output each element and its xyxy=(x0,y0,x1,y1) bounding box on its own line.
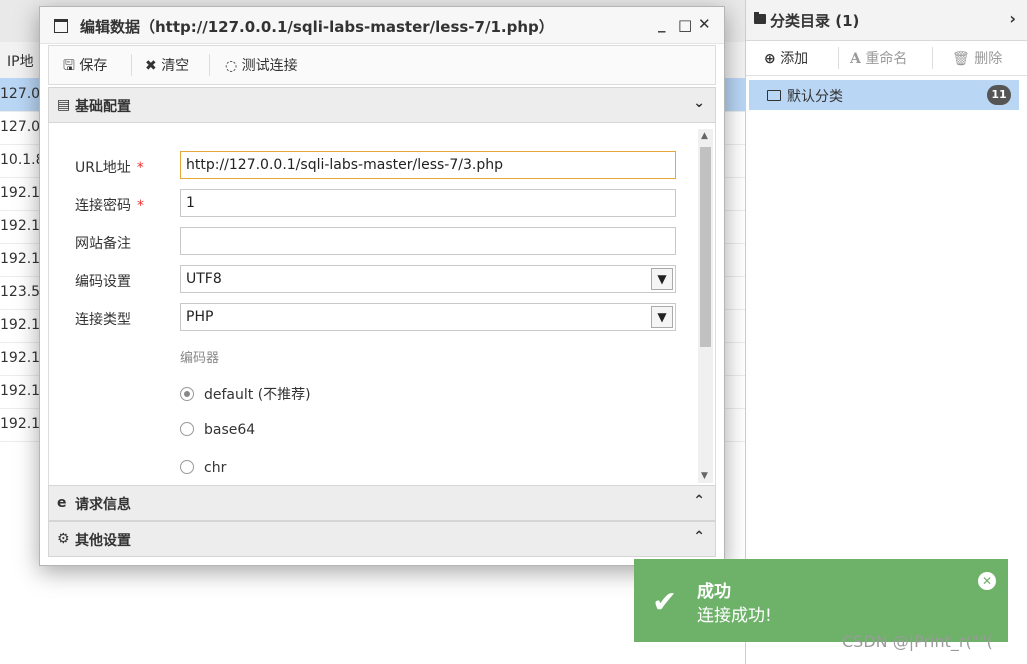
note-label: 网站备注 xyxy=(75,236,131,252)
save-label: 保存 xyxy=(79,58,108,74)
add-label: 添加 xyxy=(780,51,809,67)
chevron-up-icon[interactable]: ⌃ xyxy=(693,529,705,545)
close-icon[interactable]: ✕ xyxy=(978,572,996,590)
ip-cell: 127.0 xyxy=(0,119,41,135)
ip-cell: 10.1.8 xyxy=(0,152,45,168)
scroll-down-icon[interactable]: ▼ xyxy=(701,471,708,481)
ip-cell: 127.0 xyxy=(0,86,41,102)
plus-circle-icon: ⊕ xyxy=(764,51,776,67)
count-badge: 11 xyxy=(987,85,1011,105)
password-label: 连接密码 * xyxy=(75,198,144,214)
type-value: PHP xyxy=(186,309,214,325)
chevron-down-icon[interactable]: ⌄ xyxy=(693,95,705,111)
delete-category-button[interactable]: 🗑 删除 xyxy=(952,48,1002,68)
encoding-value: UTF8 xyxy=(186,271,222,287)
success-toast: ✔ 成功 连接成功! ✕ xyxy=(634,559,1008,642)
encoder-radio-base64[interactable]: base64 xyxy=(180,422,255,438)
ip-cell: 192.1 xyxy=(0,383,41,399)
ip-cell: 192.1 xyxy=(0,185,41,201)
save-icon: 🖫 xyxy=(63,58,75,74)
tree-item-label: 默认分类 xyxy=(787,89,843,105)
close-button[interactable]: ✕ xyxy=(698,15,711,33)
ie-icon: e xyxy=(57,495,67,511)
close-icon: ✖ xyxy=(145,58,157,74)
section-other-label: 其他设置 xyxy=(75,533,131,549)
ip-cell: 192.1 xyxy=(0,218,41,234)
chevron-up-icon[interactable]: ⌃ xyxy=(693,493,705,509)
radio-checked xyxy=(180,387,194,401)
encoder-radio-default[interactable]: default (不推荐) xyxy=(180,384,311,404)
category-panel-header: 分类目录 (1) › xyxy=(746,0,1027,41)
form-scrollbar[interactable]: ▲ ▼ xyxy=(698,129,713,483)
password-input[interactable]: 1 xyxy=(180,189,676,217)
type-label: 连接类型 xyxy=(75,312,131,328)
url-input[interactable]: http://127.0.0.1/sqli-labs-master/less-7… xyxy=(180,151,676,179)
section-other-settings[interactable]: ⚙ 其他设置 ⌃ xyxy=(48,521,716,557)
trash-icon: 🗑 xyxy=(952,51,970,67)
url-label: URL地址 * xyxy=(75,160,144,176)
section-basic-label: 基础配置 xyxy=(75,99,131,115)
note-input[interactable] xyxy=(180,227,676,255)
encoding-label: 编码设置 xyxy=(75,274,131,290)
rename-label: 重命名 xyxy=(865,51,908,67)
tree-item-default[interactable]: 默认分类 11 xyxy=(749,80,1019,110)
maximize-button[interactable]: □ xyxy=(678,16,692,34)
gears-icon: ⚙ xyxy=(57,531,70,547)
file-icon: ▤ xyxy=(57,97,71,113)
watermark: CSDN @|Print_r(""( xyxy=(842,632,993,651)
dialog-title: 编辑数据（http://127.0.0.1/sqli-labs-master/l… xyxy=(80,18,554,36)
clear-label: 清空 xyxy=(161,58,190,74)
column-ip-header[interactable]: IP地 xyxy=(7,51,34,71)
test-label: 测试连接 xyxy=(241,58,298,74)
category-toolbar: ⊕ 添加 A 重命名 🗑 删除 xyxy=(746,41,1027,76)
section-basic-config[interactable]: ▤ 基础配置 ⌄ xyxy=(48,87,716,123)
edit-data-dialog: 编辑数据（http://127.0.0.1/sqli-labs-master/l… xyxy=(39,6,725,566)
folder-icon xyxy=(754,12,766,24)
minimize-button[interactable]: _ xyxy=(658,15,666,33)
encoder-radio-chr[interactable]: chr xyxy=(180,460,226,476)
dialog-titlebar[interactable]: 编辑数据（http://127.0.0.1/sqli-labs-master/l… xyxy=(40,7,724,44)
check-icon: ✔ xyxy=(652,585,678,620)
rename-category-button[interactable]: A 重命名 xyxy=(850,48,907,68)
chevron-down-icon: ▼ xyxy=(651,306,673,328)
ip-cell: 192.1 xyxy=(0,251,41,267)
encoding-select[interactable]: UTF8 ▼ xyxy=(180,265,676,293)
basic-config-form: URL地址 * http://127.0.0.1/sqli-labs-master… xyxy=(48,123,716,486)
section-request-info[interactable]: e 请求信息 ⌃ xyxy=(48,485,716,521)
section-request-label: 请求信息 xyxy=(75,497,131,513)
encoder-label: 编码器 xyxy=(180,351,220,366)
scroll-up-icon[interactable]: ▲ xyxy=(701,131,708,141)
radio-unchecked xyxy=(180,422,194,436)
toast-message: 连接成功! xyxy=(697,606,772,626)
folder-open-icon xyxy=(767,90,781,101)
toast-title: 成功 xyxy=(697,582,731,602)
ip-cell: 192.1 xyxy=(0,317,41,333)
dialog-toolbar: 🖫 保存 ✖ 清空 ◌ 测试连接 xyxy=(48,45,716,85)
radio-unchecked xyxy=(180,460,194,474)
clear-button[interactable]: ✖ 清空 xyxy=(145,55,189,75)
scroll-thumb[interactable] xyxy=(700,147,711,347)
spinner-icon: ◌ xyxy=(225,58,238,74)
test-connection-button[interactable]: ◌ 测试连接 xyxy=(225,55,298,75)
category-panel-title: 分类目录 (1) xyxy=(770,12,860,30)
window-icon xyxy=(54,19,68,33)
font-icon: A xyxy=(850,51,861,67)
delete-label: 删除 xyxy=(974,51,1003,67)
ip-cell: 192.1 xyxy=(0,416,41,432)
connection-type-select[interactable]: PHP ▼ xyxy=(180,303,676,331)
chevron-down-icon: ▼ xyxy=(651,268,673,290)
ip-cell: 123.5 xyxy=(0,284,41,300)
add-category-button[interactable]: ⊕ 添加 xyxy=(764,48,808,68)
ip-cell: 192.1 xyxy=(0,350,41,366)
save-button[interactable]: 🖫 保存 xyxy=(63,55,107,79)
chevron-right-icon[interactable]: › xyxy=(1009,9,1016,28)
